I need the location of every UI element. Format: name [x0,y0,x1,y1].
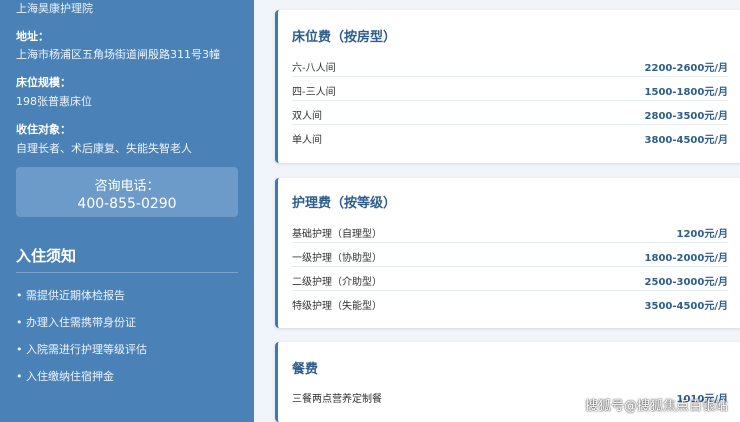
notice-title: 入住须知 [16,245,238,273]
address-label: 地址： [16,30,49,43]
row-price: 1800-2000元/月 [644,253,728,264]
phone-box[interactable]: 咨询电话： 400-855-0290 [16,167,238,217]
row-name: 双人间 [292,111,322,122]
row-name: 三餐两点营养定制餐 [292,394,382,405]
table-row: 单人间 3800-4500元/月 [292,125,728,149]
row-name: 四-三人间 [292,87,336,98]
nursing-fee-card: 护理费（按等级） 基础护理（自理型） 1200元/月 一级护理（协助型） 180… [275,178,740,328]
table-row: 一级护理（协助型） 1800-2000元/月 [292,243,728,267]
table-row: 六-八人间 2200-2600元/月 [292,53,728,77]
phone-number[interactable]: 400-855-0290 [16,196,238,212]
row-price: 2800-3500元/月 [644,111,728,122]
beds-value: 198张普惠床位 [16,95,92,108]
facility-name: 上海昊康护理院 [16,2,93,15]
row-price: 3500-4500元/月 [644,301,728,312]
table-row: 二级护理（介助型） 2500-3000元/月 [292,267,728,291]
row-price: 1200元/月 [676,229,728,240]
card-title: 床位费（按房型） [292,30,397,45]
target-label: 收住对象： [16,123,71,136]
row-name: 特级护理（失能型） [292,301,382,312]
notice-item: • 入院需进行护理等级评估 [16,343,147,356]
notice-item: • 入住缴纳住宿押金 [16,370,114,383]
table-row: 特级护理（失能型） 3500-4500元/月 [292,291,728,315]
sidebar: 上海昊康护理院 地址： 上海市杨浦区五角场街道闸殷路311号3幢 床位规模： 1… [0,0,254,422]
row-price: 1500-1800元/月 [644,87,728,98]
target-value: 自理长者、术后康复、失能失智老人 [16,142,192,155]
row-name: 二级护理（介助型） [292,277,382,288]
address-value: 上海市杨浦区五角场街道闸殷路311号3幢 [16,48,220,61]
table-row: 基础护理（自理型） 1200元/月 [292,219,728,243]
phone-label: 咨询电话： [94,179,160,194]
notice-item: • 办理入住需携带身份证 [16,316,136,329]
beds-label: 床位规模： [16,76,71,89]
row-name: 一级护理（协助型） [292,253,382,264]
card-title: 护理费（按等级） [292,196,397,211]
notice-item: • 需提供近期体检报告 [16,289,125,302]
row-name: 单人间 [292,135,322,146]
row-price: 2500-3000元/月 [644,277,728,288]
card-title: 餐费 [292,362,319,377]
watermark: 搜狐号@搜狐焦点百银站 [584,399,728,414]
table-row: 双人间 2800-3500元/月 [292,101,728,125]
bed-fee-card: 床位费（按房型） 六-八人间 2200-2600元/月 四-三人间 1500-1… [275,10,740,163]
row-price: 2200-2600元/月 [644,63,728,74]
row-name: 六-八人间 [292,63,336,74]
table-row: 四-三人间 1500-1800元/月 [292,77,728,101]
row-price: 3800-4500元/月 [644,135,728,146]
row-name: 基础护理（自理型） [292,229,382,240]
